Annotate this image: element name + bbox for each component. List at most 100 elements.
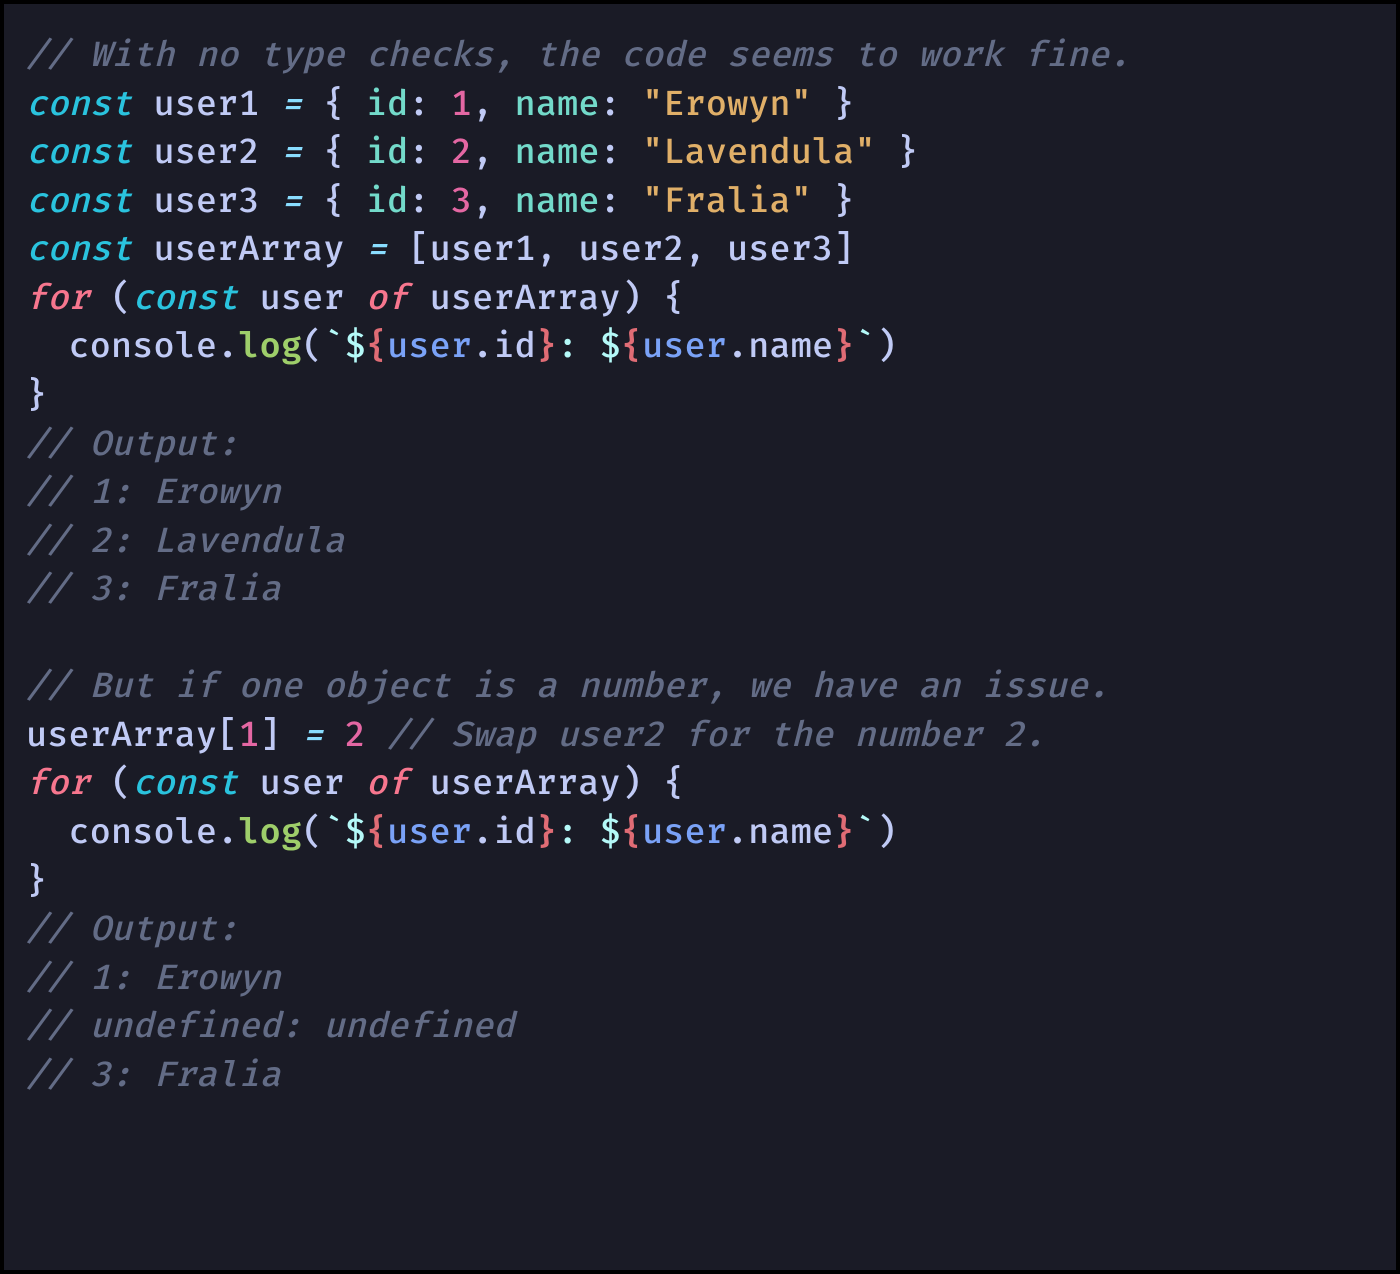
template-brace-close: }	[536, 325, 557, 368]
operator-equals: =	[302, 714, 323, 757]
keyword-of: of	[366, 762, 408, 805]
comment-output-2: // 2: Lavendula	[26, 520, 345, 563]
number-literal-2: 2	[345, 714, 366, 757]
brace-open: {	[323, 131, 344, 174]
keyword-const: const	[132, 762, 238, 805]
brace-close: }	[26, 860, 47, 903]
template-brace-open: {	[621, 325, 642, 368]
comma: ,	[472, 180, 493, 223]
method-log: log	[238, 325, 302, 368]
identifier-user1: user1	[153, 83, 259, 126]
operator-equals: =	[281, 131, 302, 174]
template-backtick: `	[323, 811, 344, 854]
template-identifier-user: user	[387, 325, 472, 368]
keyword-const: const	[26, 228, 132, 271]
property-id: id	[493, 811, 535, 854]
comment-output-1: // 1: Erowyn	[26, 471, 281, 514]
identifier-user1: user1	[430, 228, 536, 271]
operator-equals: =	[281, 83, 302, 126]
brace-open: {	[663, 762, 684, 805]
method-log: log	[238, 811, 302, 854]
string-literal-erowyn: "Erowyn"	[642, 83, 812, 126]
identifier-userarray: userArray	[153, 228, 344, 271]
template-brace-close: }	[833, 811, 854, 854]
comment-line-issue: // But if one object is a number, we hav…	[26, 665, 1109, 708]
dot: .	[727, 811, 748, 854]
object-key-id: id	[366, 131, 408, 174]
comment-output-label: // Output:	[26, 423, 238, 466]
object-key-id: id	[366, 83, 408, 126]
dot: .	[217, 325, 238, 368]
number-literal-2: 2	[451, 131, 472, 174]
property-id: id	[493, 325, 535, 368]
dot: .	[472, 325, 493, 368]
identifier-user: user	[260, 277, 345, 320]
bracket-close: ]	[260, 714, 281, 757]
paren-close: )	[621, 762, 642, 805]
comment-output-label-2: // Output:	[26, 908, 238, 951]
operator-equals: =	[281, 180, 302, 223]
number-literal-3: 3	[451, 180, 472, 223]
comment-output-3: // 3: Fralia	[26, 568, 281, 611]
paren-close: )	[621, 277, 642, 320]
keyword-const: const	[132, 277, 238, 320]
object-key-name: name	[515, 131, 600, 174]
colon: :	[600, 83, 621, 126]
template-text-colon: :	[557, 325, 599, 368]
code-editor-frame: // With no type checks, the code seems t…	[0, 0, 1400, 1274]
template-dollar: $	[345, 325, 366, 368]
brace-close: }	[833, 83, 854, 126]
keyword-of: of	[366, 277, 408, 320]
brace-open: {	[323, 83, 344, 126]
identifier-user3: user3	[727, 228, 833, 271]
identifier-user2: user2	[578, 228, 684, 271]
paren-close: )	[876, 811, 897, 854]
template-backtick: `	[323, 325, 344, 368]
comment-swap: // Swap user2 for the number 2.	[387, 714, 1045, 757]
paren-open: (	[111, 277, 132, 320]
comma: ,	[685, 228, 706, 271]
comma: ,	[472, 83, 493, 126]
template-brace-open: {	[366, 811, 387, 854]
template-brace-open: {	[621, 811, 642, 854]
paren-open: (	[111, 762, 132, 805]
identifier-console: console	[68, 811, 217, 854]
comment-output-u1: // 1: Erowyn	[26, 957, 281, 1000]
template-brace-close: }	[536, 811, 557, 854]
colon: :	[600, 180, 621, 223]
paren-open: (	[302, 325, 323, 368]
template-identifier-user: user	[642, 811, 727, 854]
template-identifier-user: user	[642, 325, 727, 368]
object-key-id: id	[366, 180, 408, 223]
paren-close: )	[876, 325, 897, 368]
template-dollar: $	[600, 325, 621, 368]
property-name: name	[748, 325, 833, 368]
identifier-user: user	[260, 762, 345, 805]
comment-output-u3: // 3: Fralia	[26, 1054, 281, 1097]
string-literal-lavendula: "Lavendula"	[642, 131, 876, 174]
brace-close: }	[26, 374, 47, 417]
colon: :	[408, 131, 429, 174]
bracket-close: ]	[833, 228, 854, 271]
template-dollar: $	[345, 811, 366, 854]
brace-close: }	[833, 180, 854, 223]
colon: :	[408, 180, 429, 223]
template-backtick: `	[855, 811, 876, 854]
identifier-user2: user2	[153, 131, 259, 174]
string-literal-fralia: "Fralia"	[642, 180, 812, 223]
brace-open: {	[323, 180, 344, 223]
property-name: name	[748, 811, 833, 854]
dot: .	[217, 811, 238, 854]
template-text-colon: :	[557, 811, 599, 854]
object-key-name: name	[515, 180, 600, 223]
dot: .	[472, 811, 493, 854]
keyword-const: const	[26, 131, 132, 174]
identifier-userarray: userArray	[430, 762, 621, 805]
identifier-user3: user3	[153, 180, 259, 223]
object-key-name: name	[515, 83, 600, 126]
bracket-open: [	[408, 228, 429, 271]
colon: :	[408, 83, 429, 126]
template-brace-close: }	[833, 325, 854, 368]
brace-close: }	[897, 131, 918, 174]
comma: ,	[472, 131, 493, 174]
